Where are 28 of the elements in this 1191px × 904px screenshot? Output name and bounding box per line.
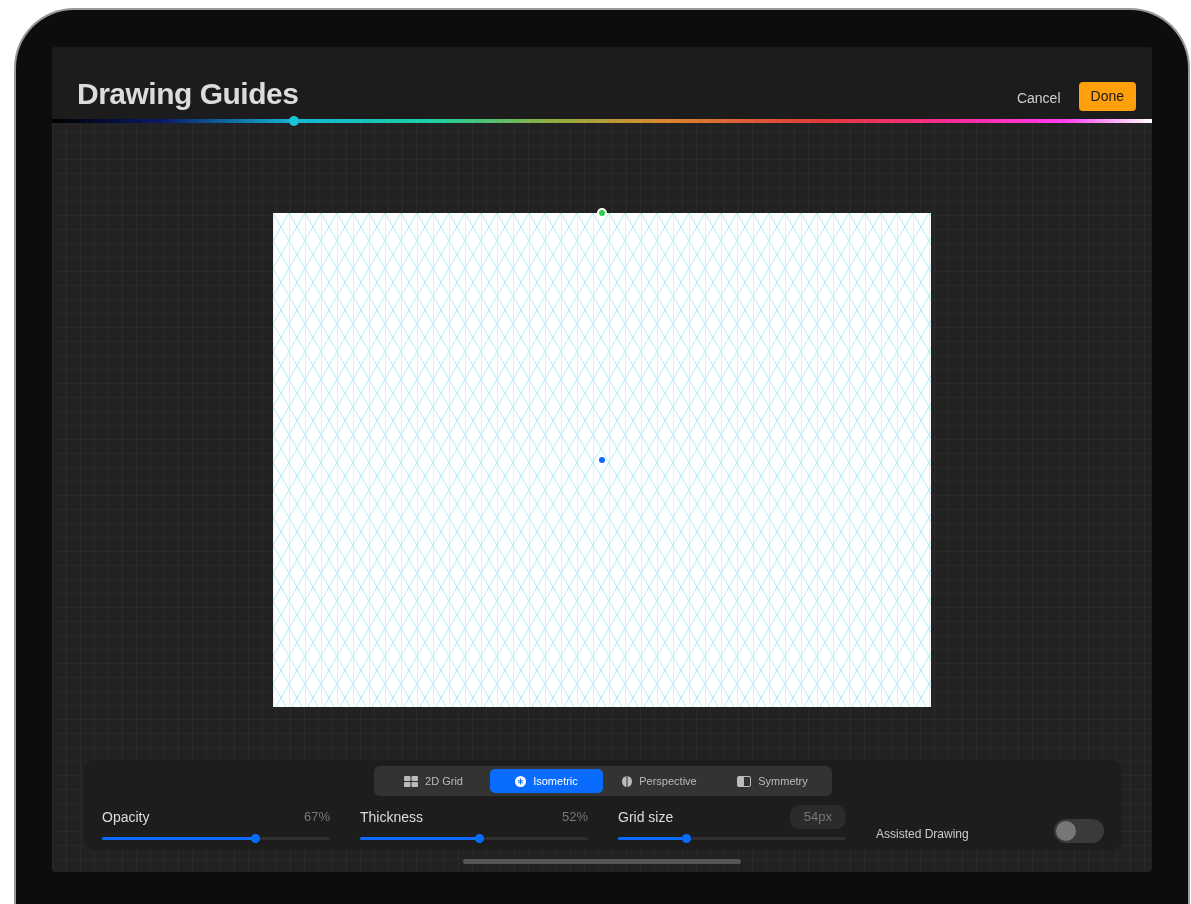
- slider-thumb[interactable]: [474, 834, 484, 843]
- guide-tab[interactable]: Symmetry: [716, 769, 829, 793]
- slider-label: Grid size: [618, 807, 674, 827]
- slider-value: 67%: [303, 808, 330, 827]
- slider-track[interactable]: [618, 837, 846, 840]
- slider-thumb[interactable]: [250, 834, 260, 843]
- color-slider[interactable]: [52, 119, 1152, 123]
- guide-tab[interactable]: 2D Grid: [377, 769, 490, 793]
- slider-label: Thickness: [360, 807, 424, 827]
- slider-track[interactable]: [102, 837, 330, 840]
- assisted-drawing-toggle[interactable]: [1054, 819, 1104, 843]
- rotation-handle[interactable]: [597, 208, 607, 218]
- slider-thumb[interactable]: [289, 116, 299, 126]
- symmetry-icon: [737, 775, 752, 787]
- done-button[interactable]: Done: [1078, 82, 1136, 111]
- slider-thumb[interactable]: [682, 834, 692, 843]
- grid-icon: [404, 775, 419, 787]
- guide-tab[interactable]: Perspective: [603, 769, 716, 793]
- toggle-label: Assisted Drawing: [876, 826, 969, 843]
- cancel-button[interactable]: Cancel: [1012, 86, 1065, 111]
- page-title: Drawing Guides: [77, 79, 299, 109]
- center-handle[interactable]: [599, 457, 605, 463]
- slider-value: 52%: [561, 808, 588, 827]
- half-circle-icon: [622, 775, 633, 787]
- slider-track[interactable]: [360, 837, 588, 840]
- guide-tab[interactable]: Isometric: [490, 769, 603, 793]
- slider-value: 54px: [789, 805, 846, 829]
- slider-label: Opacity: [102, 807, 150, 827]
